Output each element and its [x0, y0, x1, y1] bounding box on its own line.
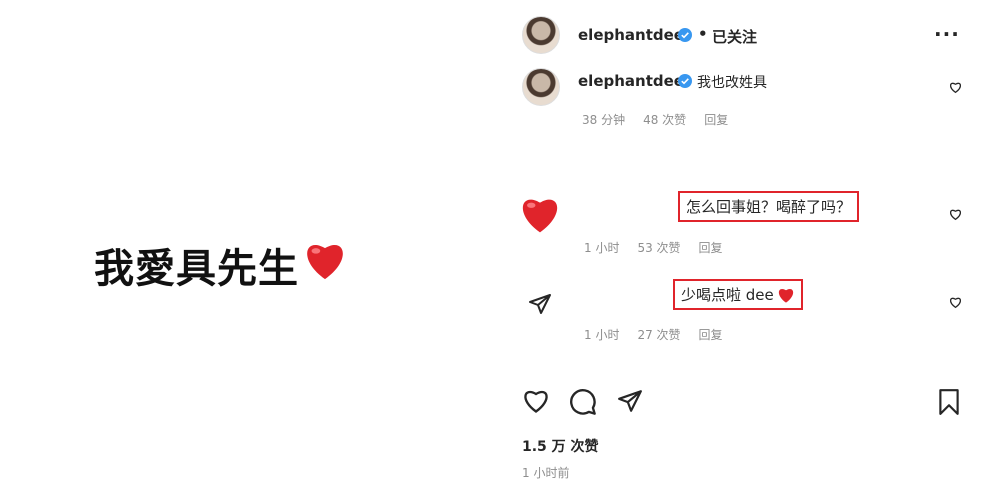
following-button[interactable]: 已关注	[712, 26, 757, 47]
separator-dot: •	[698, 25, 708, 43]
comment-likes[interactable]: 48 次赞	[643, 111, 686, 128]
comment-likes[interactable]: 53 次赞	[637, 239, 680, 256]
red-heart-avatar-icon	[522, 199, 558, 233]
commenter-avatar[interactable]	[522, 68, 560, 106]
comment-text: 少喝点啦 dee	[681, 286, 774, 304]
comment-text: 怎么回事姐？喝醉了吗？	[686, 198, 852, 216]
comment-time: 1 小时	[584, 328, 620, 342]
post-header: elephantdee • 已关注 ···	[500, 0, 1000, 70]
like-heart-icon[interactable]	[522, 388, 550, 414]
comment-time: 1 小时	[584, 241, 620, 255]
comment-like-heart-icon[interactable]	[949, 296, 962, 309]
comments-panel: elephantdee • 已关注 ··· elephantdee 我也改姓具 …	[500, 0, 1000, 500]
red-heart-emoji-icon	[303, 240, 347, 290]
verified-badge-icon	[678, 74, 692, 88]
reply-button[interactable]: 回复	[704, 111, 728, 128]
post-likes-count[interactable]: 1.5 万 次赞	[522, 436, 599, 456]
caption-username[interactable]: elephantdee	[578, 72, 684, 90]
highlighted-comment: 少喝点啦 dee	[673, 279, 803, 310]
post-timestamp: 1 小时前	[522, 466, 570, 480]
reply-button[interactable]: 回复	[699, 326, 723, 343]
image-caption: 我愛具先生	[94, 246, 299, 292]
comment-like-heart-icon[interactable]	[949, 208, 962, 221]
more-options-icon[interactable]: ···	[934, 22, 960, 46]
share-paper-plane-icon	[529, 294, 551, 314]
avatar[interactable]	[522, 16, 560, 54]
comment-meta: 1 小时 53 次赞 回复	[584, 239, 723, 256]
save-bookmark-icon[interactable]	[936, 388, 962, 416]
caption-meta: 38 分钟 48 次赞 回复	[582, 111, 728, 128]
image-text: 我愛具先生	[94, 236, 347, 294]
share-paper-plane-icon[interactable]	[617, 388, 643, 414]
header-username[interactable]: elephantdee	[578, 26, 684, 44]
reply-button[interactable]: 回复	[699, 239, 723, 256]
red-heart-emoji-icon	[778, 288, 793, 303]
caption-text: 我也改姓具	[697, 75, 767, 91]
comment-meta: 1 小时 27 次赞 回复	[584, 326, 723, 343]
comment-time: 38 分钟	[582, 113, 626, 127]
comment-likes[interactable]: 27 次赞	[637, 326, 680, 343]
post-image[interactable]: 我愛具先生	[0, 0, 500, 500]
comment-bubble-icon[interactable]	[569, 388, 597, 416]
comment-like-heart-icon[interactable]	[949, 81, 962, 94]
action-bar	[500, 386, 1000, 418]
highlighted-comment: 怎么回事姐？喝醉了吗？	[678, 191, 860, 222]
verified-badge-icon	[678, 28, 692, 42]
